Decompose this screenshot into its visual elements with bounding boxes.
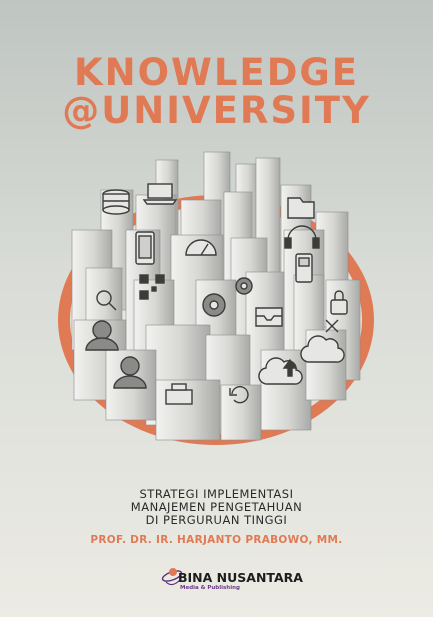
inbox-icon <box>255 307 283 327</box>
author-name: PROF. DR. IR. HARJANTO PRABOWO, MM. <box>90 534 343 546</box>
smartphone-icon <box>135 231 155 265</box>
publisher-block: BINA NUSANTARA Media & Publishing <box>160 560 303 600</box>
database-icon <box>102 189 130 215</box>
subtitle-line-1: STRATEGI IMPLEMENTASI <box>139 487 294 501</box>
subtitle-line-2: MANAJEMEN PENGETAHUAN <box>130 500 303 514</box>
publisher-tagline: Media & Publishing <box>180 585 240 591</box>
subtitle-line-3: DI PERGURUAN TINGGI <box>145 513 288 527</box>
cover-illustration <box>58 151 374 445</box>
book-cover: KNOWLEDGE @UNIVERSITY STRATEGI IMPLEMENT… <box>0 0 433 617</box>
laptop-icon <box>142 183 178 205</box>
publisher-name: BINA NUSANTARA <box>178 570 303 585</box>
phone-icon <box>295 253 313 283</box>
title-line-2: @UNIVERSITY <box>62 89 371 132</box>
title-line-1: KNOWLEDGE <box>73 51 360 94</box>
